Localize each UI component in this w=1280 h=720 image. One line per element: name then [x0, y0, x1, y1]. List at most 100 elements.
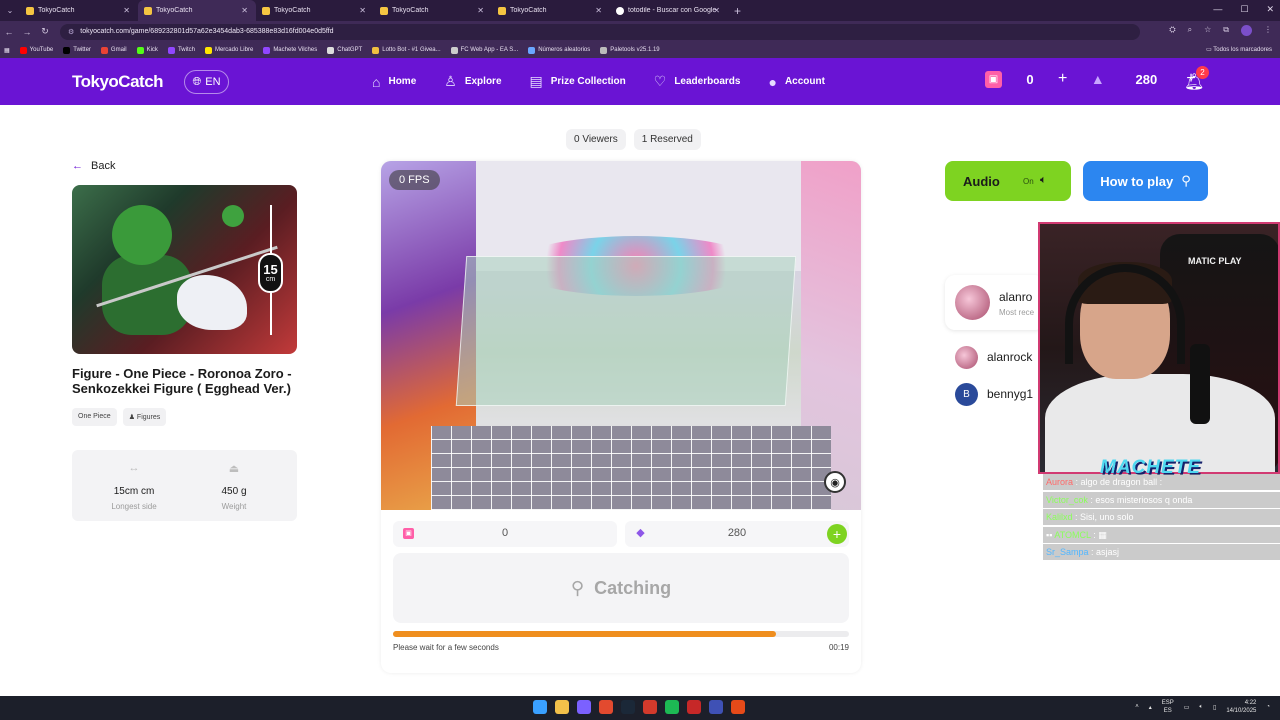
- weight-icon: ⏏: [228, 463, 240, 475]
- url-field[interactable]: ⚙ tokyocatch.com/game/689232801d57a62e34…: [60, 23, 1140, 40]
- nav-leaderboards[interactable]: ♡ Leaderboards: [654, 73, 741, 90]
- bookmark-lotto-bot[interactable]: Lotto Bot - #1 Givea...: [372, 46, 441, 54]
- tokyocatch-logo[interactable]: TokyoCatch: [72, 72, 164, 92]
- tray-app-icon[interactable]: ▴: [1149, 704, 1152, 711]
- clock[interactable]: 4:22 14/10/2025: [1226, 699, 1256, 715]
- browser-tab[interactable]: TokyoCatch ✕: [492, 0, 610, 21]
- add-gems-plus-button[interactable]: +: [827, 524, 847, 544]
- extensions-icon[interactable]: ⧉: [1223, 25, 1229, 36]
- system-tray: ˄ ▴ ESP ES ▭ 🔈︎ ▯ 4:22 14/10/2025 ◔: [1135, 699, 1270, 715]
- sponsor-logo: MATIC PLAY: [1188, 256, 1242, 266]
- favicon-icon: [380, 6, 388, 15]
- browser-tab[interactable]: TokyoCatch ✕: [20, 0, 138, 21]
- forward-nav-icon[interactable]: →: [18, 27, 36, 37]
- browser-tab[interactable]: TokyoCatch ✕: [374, 0, 492, 21]
- bookmark-gmail[interactable]: Gmail: [100, 46, 127, 54]
- app-icon[interactable]: [687, 700, 701, 714]
- nav-home[interactable]: ⌂ Home: [372, 73, 416, 90]
- bookmark-youtube[interactable]: YouTube: [19, 46, 53, 54]
- app-icon[interactable]: [643, 700, 657, 714]
- windows-start-icon[interactable]: [533, 700, 547, 714]
- back-link[interactable]: ← Back: [72, 160, 115, 172]
- close-tab-icon[interactable]: ✕: [123, 6, 130, 15]
- network-icon[interactable]: ▭: [1184, 704, 1190, 711]
- nav-explore[interactable]: ♙ Explore: [444, 73, 501, 90]
- audio-toggle-button[interactable]: Audio On 🔈︎: [945, 161, 1071, 201]
- ticket-icon: ▣: [985, 70, 1002, 88]
- bookmark-kick[interactable]: Kick: [136, 46, 158, 54]
- emote-icon: ▦: [1098, 529, 1107, 540]
- menu-dots-icon[interactable]: ⋮: [1264, 25, 1272, 36]
- gem-balance: 280: [1135, 71, 1158, 87]
- bookmark-twitter[interactable]: Twitter: [63, 46, 91, 54]
- bookmark-machete[interactable]: Machete Vilches: [263, 46, 317, 54]
- tag-one-piece[interactable]: One Piece: [72, 408, 117, 426]
- reload-icon[interactable]: ↻: [36, 26, 54, 37]
- notification-center-icon[interactable]: ◔: [1266, 704, 1270, 710]
- player-row: B bennyg1: [955, 383, 1045, 407]
- game-panel: 0 FPS ◉ ▣ 0 ◆ 280 + ⚲ Catching Please wa…: [381, 161, 861, 673]
- battery-icon[interactable]: ▯: [1213, 704, 1216, 711]
- site-info-icon[interactable]: ⚙: [68, 28, 74, 36]
- explore-icon: ♙: [444, 73, 457, 89]
- new-tab-button[interactable]: +: [734, 4, 741, 18]
- tag-figures[interactable]: ♟ Figures: [122, 408, 167, 426]
- bookmark-star-icon[interactable]: ☆: [1204, 25, 1211, 36]
- tray-chevron-icon[interactable]: ˄: [1135, 704, 1139, 710]
- profile-avatar[interactable]: [1241, 25, 1252, 36]
- close-tab-icon[interactable]: ✕: [359, 6, 366, 15]
- site-header: TokyoCatch 🌐︎ EN ⌂ Home ♙ Explore ▤ Prize Co…: [0, 58, 1280, 105]
- lotto-icon: [372, 46, 380, 54]
- browser-tab-active[interactable]: TokyoCatch ✕: [138, 0, 256, 21]
- all-bookmarks-folder[interactable]: ▭ Todos los marcadores: [1206, 46, 1272, 53]
- bookmark-numeros[interactable]: Números aleatorios: [528, 46, 590, 54]
- how-to-play-button[interactable]: How to play ⚲: [1083, 161, 1208, 201]
- apps-grid-icon[interactable]: ▦: [4, 47, 10, 54]
- home-icon: ⌂: [372, 73, 381, 90]
- numbers-icon: [528, 46, 536, 54]
- language-selector[interactable]: 🌐︎ EN: [184, 70, 229, 94]
- spec-weight: ⏏ 450 g Weight: [178, 462, 290, 511]
- zoom-icon[interactable]: ⌕: [1188, 25, 1192, 36]
- twitch-icon: [167, 46, 175, 54]
- chatgpt-icon: [327, 46, 335, 54]
- minimize-icon[interactable]: —: [1213, 4, 1222, 15]
- nav-prize-collection[interactable]: ▤ Prize Collection: [530, 73, 626, 90]
- input-language[interactable]: ESP ES: [1162, 699, 1174, 715]
- add-tickets-button[interactable]: +: [1058, 70, 1067, 88]
- bookmark-chatgpt[interactable]: ChatGPT: [327, 46, 362, 54]
- tab-search-icon[interactable]: ⌄: [0, 6, 20, 15]
- close-tab-icon[interactable]: ✕: [477, 6, 484, 15]
- favicon-icon: [498, 6, 506, 15]
- app-icon[interactable]: [709, 700, 723, 714]
- bookmark-mercado-libre[interactable]: Mercado Libre: [204, 46, 253, 54]
- mercado-libre-icon: [204, 46, 212, 54]
- volume-icon[interactable]: 🔈︎: [1199, 704, 1203, 711]
- bookmark-fc-web-app[interactable]: FC Web App - EA S...: [450, 46, 518, 54]
- browser-tab[interactable]: totodile - Buscar con Google ✕: [610, 0, 728, 21]
- catch-button[interactable]: ⚲ Catching: [393, 553, 849, 623]
- window-controls: — ☐ ✕: [1213, 4, 1274, 15]
- close-tab-icon[interactable]: ✕: [713, 6, 720, 15]
- size-badge: 15 cm: [258, 253, 283, 293]
- nav-account[interactable]: ● Account: [768, 73, 824, 90]
- browser-tab[interactable]: TokyoCatch ✕: [256, 0, 374, 21]
- chat-message: Victor_cok : esos misteriosos q onda: [1043, 491, 1280, 508]
- avatar: B: [955, 383, 978, 406]
- translate-icon[interactable]: ⛭: [1169, 25, 1175, 36]
- chrome-icon[interactable]: [599, 700, 613, 714]
- discord-icon[interactable]: [577, 700, 591, 714]
- spotify-icon[interactable]: [665, 700, 679, 714]
- steam-icon[interactable]: [621, 700, 635, 714]
- maximize-icon[interactable]: ☐: [1240, 4, 1248, 15]
- close-window-icon[interactable]: ✕: [1266, 4, 1274, 15]
- bookmark-paletools[interactable]: Paletools v25.1.19: [600, 46, 660, 54]
- close-tab-icon[interactable]: ✕: [595, 6, 602, 15]
- kick-icon: [136, 46, 144, 54]
- close-tab-icon[interactable]: ✕: [241, 6, 248, 15]
- camera-switch-button[interactable]: ◉: [824, 471, 846, 493]
- file-explorer-icon[interactable]: [555, 700, 569, 714]
- back-nav-icon[interactable]: ←: [0, 27, 18, 37]
- bookmark-twitch[interactable]: Twitch: [167, 46, 195, 54]
- browser-icon[interactable]: [731, 700, 745, 714]
